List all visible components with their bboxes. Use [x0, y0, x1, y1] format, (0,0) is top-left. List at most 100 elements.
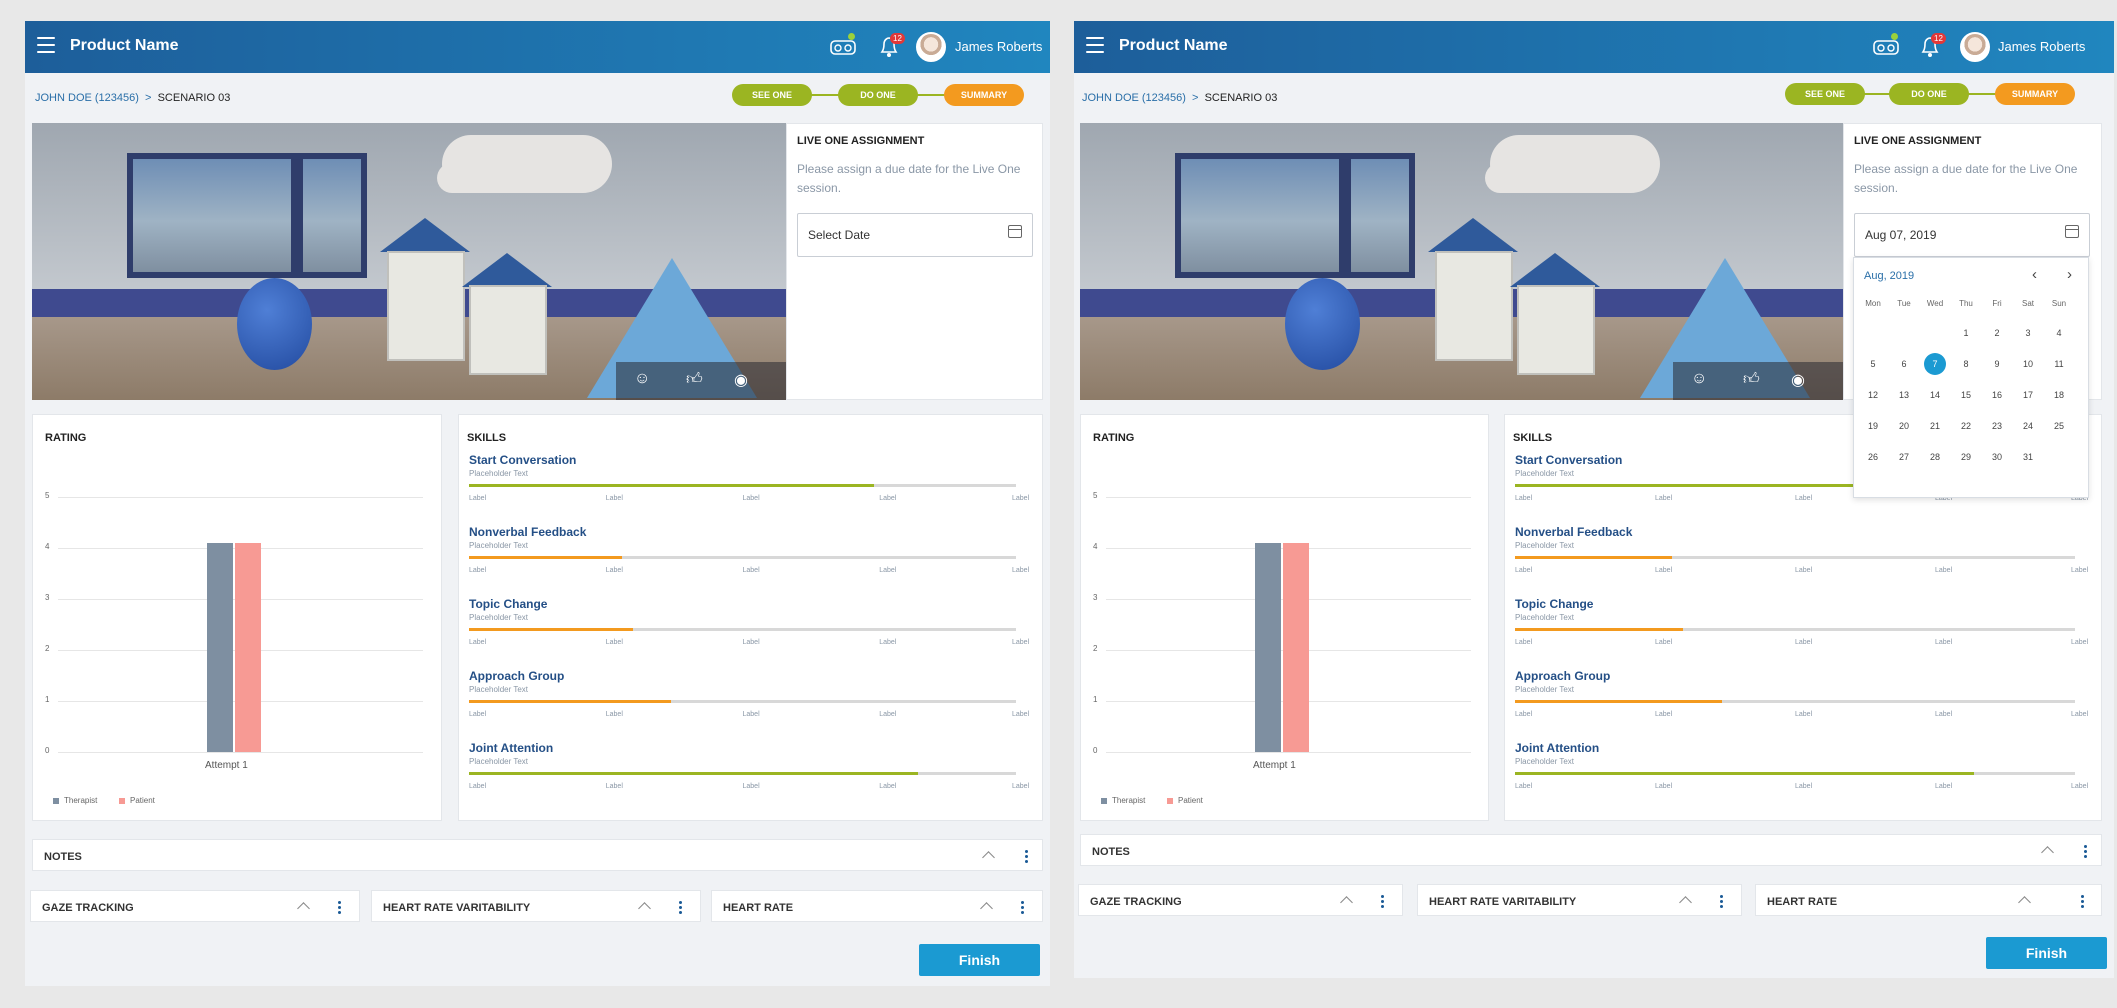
calendar-day[interactable]: 13: [1888, 390, 1920, 400]
step-see-one[interactable]: SEE ONE: [1785, 83, 1865, 105]
calendar-day[interactable]: 15: [1950, 390, 1982, 400]
calendar-day-selected[interactable]: 7: [1924, 353, 1946, 375]
chevron-right-icon[interactable]: ›: [2067, 266, 2072, 283]
chevron-up-icon[interactable]: [982, 851, 995, 864]
skill-tick-label: Label: [879, 711, 897, 718]
hamburger-menu-icon[interactable]: [1086, 37, 1104, 57]
breadcrumb-patient[interactable]: JOHN DOE (123456): [35, 92, 139, 104]
calendar-day[interactable]: 14: [1919, 390, 1951, 400]
calendar-day[interactable]: 9: [1981, 359, 2013, 369]
calendar-day[interactable]: 25: [2043, 421, 2075, 431]
finish-button[interactable]: Finish: [1986, 937, 2107, 969]
bell-icon[interactable]: 12: [1919, 33, 1946, 59]
chevron-up-icon[interactable]: [980, 902, 993, 915]
chevron-up-icon[interactable]: [2041, 846, 2054, 859]
chevron-up-icon[interactable]: [2018, 896, 2031, 909]
eye-icon[interactable]: ◉: [734, 370, 748, 390]
chevron-up-icon[interactable]: [297, 902, 310, 915]
calendar-day[interactable]: 17: [2012, 390, 2044, 400]
step-summary[interactable]: SUMMARY: [1995, 83, 2075, 105]
thumbs-up-icon[interactable]: 👍︎: [1743, 370, 1760, 389]
calendar-day[interactable]: 19: [1857, 421, 1889, 431]
calendar-day[interactable]: 23: [1981, 421, 2013, 431]
calendar-day[interactable]: 4: [2043, 328, 2075, 338]
rating-card: RATING 0 1 2 3 4 5 Attempt 1 Therapist Patient: [32, 414, 442, 821]
thumbs-up-icon[interactable]: 👍︎: [686, 370, 703, 389]
calendar-day[interactable]: 11: [2043, 359, 2075, 369]
more-icon[interactable]: [1720, 895, 1723, 910]
scenario-3d-view[interactable]: ☺ 👍︎ ◉: [32, 123, 786, 400]
due-date-field[interactable]: Aug 07, 2019: [1854, 213, 2090, 257]
bell-icon[interactable]: 12: [878, 33, 905, 59]
calendar-day[interactable]: 24: [2012, 421, 2044, 431]
calendar-day[interactable]: 20: [1888, 421, 1920, 431]
calendar-day[interactable]: 2: [1981, 328, 2013, 338]
emoji-icon[interactable]: ☺: [1691, 370, 1707, 388]
y-tick-label: 1: [1093, 695, 1098, 704]
weekday-label: Sat: [2021, 299, 2034, 308]
step-progress: SEE ONE DO ONE SUMMARY: [732, 84, 1024, 106]
skill-progress-track: [1515, 628, 2075, 631]
more-icon[interactable]: [338, 901, 341, 916]
calendar-icon[interactable]: [1008, 225, 1022, 238]
skill-tick-label: Label: [1515, 567, 1533, 574]
calendar-day[interactable]: 16: [1981, 390, 2013, 400]
vr-headset-icon[interactable]: [830, 33, 856, 56]
calendar-day[interactable]: 27: [1888, 452, 1920, 462]
chevron-up-icon[interactable]: [1340, 896, 1353, 909]
calendar-day[interactable]: 12: [1857, 390, 1889, 400]
heart-rate-panel[interactable]: HEART RATE: [711, 890, 1043, 922]
hamburger-menu-icon[interactable]: [37, 37, 55, 57]
user-name[interactable]: James Roberts: [955, 39, 1042, 54]
calendar-icon[interactable]: [2065, 225, 2079, 238]
calendar-day[interactable]: 22: [1950, 421, 1982, 431]
y-tick-label: 4: [45, 542, 50, 551]
calendar-day[interactable]: 3: [2012, 328, 2044, 338]
notes-panel[interactable]: NOTES: [32, 839, 1043, 871]
chevron-up-icon[interactable]: [1679, 896, 1692, 909]
vr-headset-icon[interactable]: [1873, 33, 1899, 56]
calendar-day[interactable]: 18: [2043, 390, 2075, 400]
calendar-day[interactable]: 1: [1950, 328, 1982, 338]
due-date-field[interactable]: Select Date: [797, 213, 1033, 257]
step-summary[interactable]: SUMMARY: [944, 84, 1024, 106]
breadcrumb-patient[interactable]: JOHN DOE (123456): [1082, 92, 1186, 104]
step-do-one[interactable]: DO ONE: [1889, 83, 1969, 105]
calendar-day[interactable]: 29: [1950, 452, 1982, 462]
chevron-left-icon[interactable]: ‹: [2032, 266, 2037, 283]
step-see-one[interactable]: SEE ONE: [732, 84, 812, 106]
more-icon[interactable]: [679, 901, 682, 916]
hrv-panel[interactable]: HEART RATE VARITABILITY: [371, 890, 701, 922]
eye-icon[interactable]: ◉: [1791, 370, 1805, 390]
product-name: Product Name: [70, 37, 179, 54]
calendar-day[interactable]: 8: [1950, 359, 1982, 369]
emoji-icon[interactable]: ☺: [634, 370, 650, 388]
scenario-3d-view[interactable]: ☺ 👍︎ ◉: [1080, 123, 1843, 400]
more-icon[interactable]: [1021, 901, 1024, 916]
gaze-tracking-panel[interactable]: GAZE TRACKING: [1078, 884, 1403, 916]
step-do-one[interactable]: DO ONE: [838, 84, 918, 106]
more-icon[interactable]: [1381, 895, 1384, 910]
more-icon[interactable]: [1025, 850, 1028, 865]
calendar-day[interactable]: 10: [2012, 359, 2044, 369]
calendar-day[interactable]: 31: [2012, 452, 2044, 462]
calendar-day[interactable]: 6: [1888, 359, 1920, 369]
calendar-day[interactable]: 30: [1981, 452, 2013, 462]
gaze-tracking-panel[interactable]: GAZE TRACKING: [30, 890, 360, 922]
hrv-panel[interactable]: HEART RATE VARITABILITY: [1417, 884, 1742, 916]
finish-button[interactable]: Finish: [919, 944, 1040, 976]
top-bar: Product Name 12 James Roberts: [1074, 21, 2114, 73]
more-icon[interactable]: [2084, 845, 2087, 860]
avatar[interactable]: [1960, 32, 1990, 62]
chevron-up-icon[interactable]: [638, 902, 651, 915]
calendar-day[interactable]: 26: [1857, 452, 1889, 462]
calendar-day[interactable]: 21: [1919, 421, 1951, 431]
avatar[interactable]: [916, 32, 946, 62]
skill-tick-label: Label: [1795, 783, 1813, 790]
heart-rate-panel[interactable]: HEART RATE: [1755, 884, 2102, 916]
calendar-day[interactable]: 5: [1857, 359, 1889, 369]
calendar-day[interactable]: 28: [1919, 452, 1951, 462]
more-icon[interactable]: [2081, 895, 2084, 910]
notes-panel[interactable]: NOTES: [1080, 834, 2102, 866]
user-name[interactable]: James Roberts: [1998, 39, 2085, 54]
